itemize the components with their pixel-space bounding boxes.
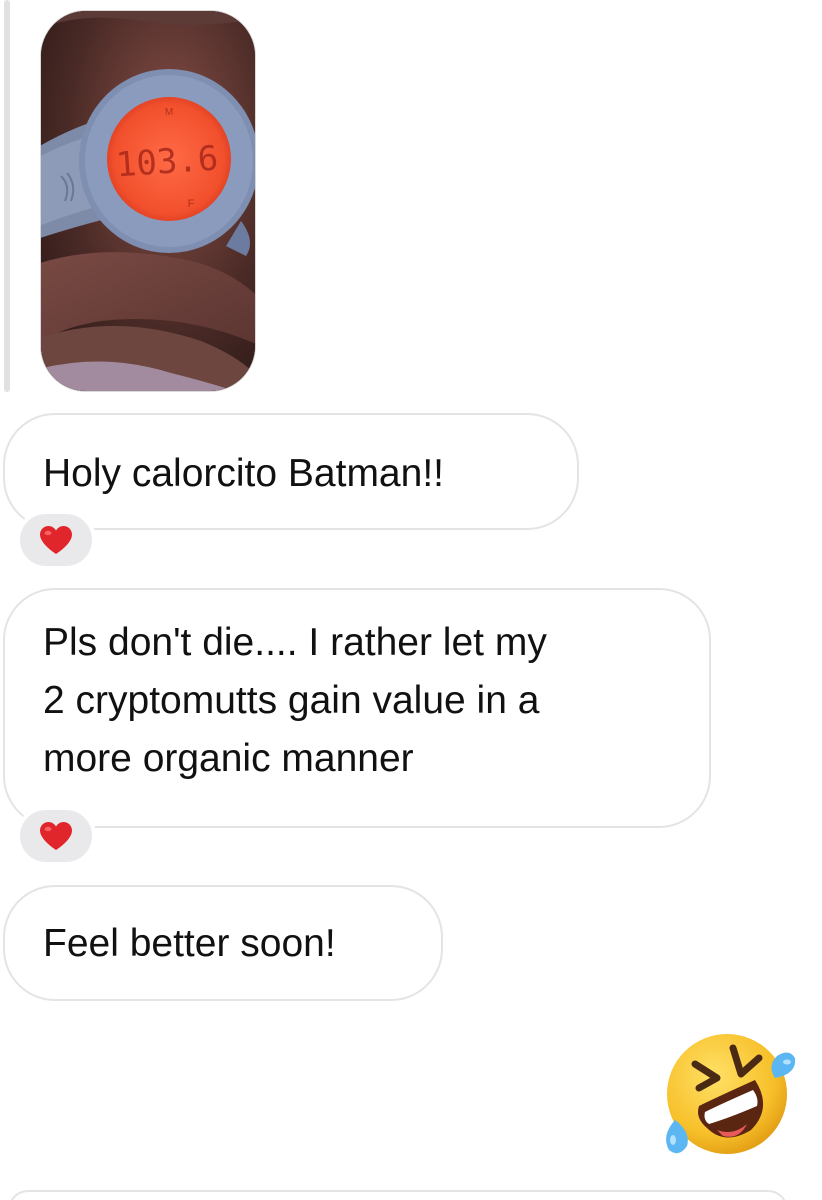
thermometer-reading: 103.6: [115, 138, 220, 185]
message-text: Holy calorcito Batman!!: [43, 452, 444, 495]
message-thread: M 103.6 F Holy calorcito Batman!! Pls do…: [0, 0, 822, 1200]
thermometer-unit-label: F: [188, 198, 195, 210]
message-text: Pls don't die.... I rather let my 2 cryp…: [43, 621, 547, 780]
reply-thread-line: [4, 0, 10, 392]
message-bubble[interactable]: Holy calorcito Batman!!: [3, 413, 579, 530]
rofl-emoji-icon: [666, 1034, 796, 1154]
photo-attachment[interactable]: M 103.6 F: [40, 10, 256, 392]
thermometer-photo: M 103.6 F: [41, 11, 255, 391]
reaction-badge[interactable]: [16, 806, 96, 866]
reaction-badge[interactable]: [16, 510, 96, 570]
heart-icon: [40, 526, 72, 554]
thermometer-mode-label: M: [165, 107, 173, 118]
message-bubble[interactable]: Feel better soon!: [3, 885, 443, 1001]
message-composer[interactable]: [8, 1190, 788, 1200]
message-bubble[interactable]: Pls don't die.... I rather let my 2 cryp…: [3, 588, 711, 828]
heart-icon: [40, 822, 72, 850]
rolling-laughing-emoji-message[interactable]: [655, 1028, 800, 1158]
message-text: Feel better soon!: [43, 922, 336, 965]
